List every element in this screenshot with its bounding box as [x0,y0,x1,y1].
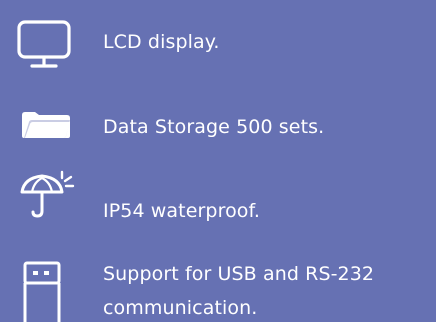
feature-item-lcd-display: LCD display. [0,0,436,80]
feature-item-usb-rs232: Support for USB and RS-232 communication… [0,245,436,322]
monitor-icon [17,20,71,68]
usb-drive-icon [23,261,61,322]
feature-label-usb-rs232: Support for USB and RS-232 communication… [103,263,375,319]
feature-label-data-storage: Data Storage 500 sets. [103,116,325,138]
feature-item-data-storage: Data Storage 500 sets. [0,90,436,165]
folder-icon [22,112,70,138]
umbrella-icon [20,170,75,218]
feature-label-waterproof: IP54 waterproof. [103,200,261,222]
feature-item-waterproof: IP54 waterproof. [0,165,436,240]
feature-label-lcd-display: LCD display. [103,31,220,53]
